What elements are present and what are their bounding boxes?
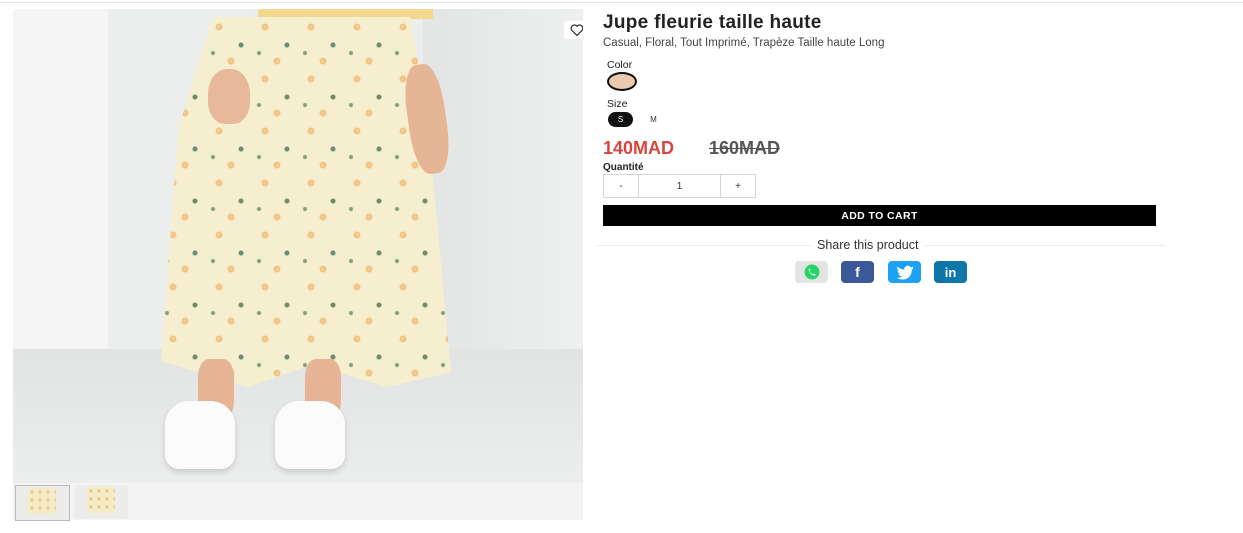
share-twitter-button[interactable] bbox=[888, 261, 921, 283]
product-title: Jupe fleurie taille haute bbox=[603, 12, 822, 33]
photo-background-wall bbox=[13, 9, 108, 369]
quantity-stepper: - 1 + bbox=[603, 174, 756, 198]
size-label: Size bbox=[607, 98, 628, 110]
photo-hand bbox=[208, 69, 250, 124]
product-main-image[interactable] bbox=[13, 9, 583, 483]
linkedin-icon: in bbox=[944, 264, 957, 280]
facebook-icon: f bbox=[855, 264, 860, 280]
photo-shoe-right bbox=[275, 401, 345, 469]
twitter-icon bbox=[896, 265, 913, 280]
add-to-cart-button[interactable]: ADD TO CART bbox=[603, 205, 1156, 226]
thumbnail-image bbox=[87, 487, 115, 513]
thumbnail-image bbox=[28, 488, 56, 514]
quantity-decrease-button[interactable]: - bbox=[604, 175, 638, 197]
whatsapp-icon bbox=[804, 264, 819, 280]
color-label: Color bbox=[607, 59, 633, 71]
heart-icon bbox=[570, 24, 583, 36]
thumbnail-strip bbox=[13, 483, 583, 521]
wishlist-button[interactable] bbox=[564, 21, 583, 39]
share-facebook-button[interactable]: f bbox=[841, 261, 874, 283]
share-label: Share this product bbox=[811, 238, 925, 252]
quantity-input[interactable]: 1 bbox=[638, 175, 721, 197]
thumbnail-1[interactable] bbox=[15, 485, 70, 521]
quantity-label: Quantité bbox=[603, 162, 644, 173]
photo-shoe-left bbox=[165, 401, 235, 469]
product-tags: Casual, Floral, Tout Imprimé, Trapèze Ta… bbox=[603, 37, 885, 49]
top-divider bbox=[0, 2, 1243, 3]
color-swatch-beige[interactable] bbox=[607, 72, 637, 91]
thumbnail-2[interactable] bbox=[75, 485, 128, 519]
quantity-increase-button[interactable]: + bbox=[721, 175, 755, 197]
size-option-m[interactable]: M bbox=[641, 112, 666, 127]
share-whatsapp-button[interactable] bbox=[795, 261, 828, 283]
price-current: 140MAD bbox=[603, 138, 675, 158]
size-option-s[interactable]: S bbox=[608, 112, 633, 127]
price-old: 160MAD bbox=[709, 138, 781, 158]
share-linkedin-button[interactable]: in bbox=[934, 261, 967, 283]
